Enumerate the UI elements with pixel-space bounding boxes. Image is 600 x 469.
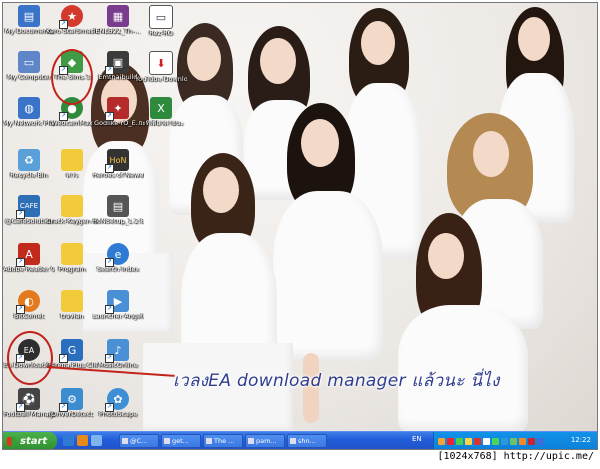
tray-icon[interactable] (456, 437, 463, 445)
tray-icon[interactable] (510, 437, 517, 445)
desktop-icon-hon-setup[interactable]: ▤ HoNSetup_1.2.8 (92, 195, 144, 226)
program-folder-icon (61, 243, 83, 265)
clock[interactable]: 12:22 (571, 436, 591, 444)
desktop-icon-folder[interactable]: ดาว (46, 149, 98, 180)
highlight-circle (7, 331, 53, 385)
garena-icon: G ↗ (59, 339, 83, 363)
media-quicklaunch-icon[interactable] (77, 435, 88, 446)
driver-detect-icon: ⚙ ↗ (59, 388, 83, 412)
my-network-icon: ◍ (18, 97, 40, 119)
desktop-icon-travian-folder[interactable]: travian (46, 290, 98, 321)
desktop-icon-garena[interactable]: G↗ Garena Plus Client 5.8 (46, 339, 98, 370)
tray-icon[interactable] (465, 437, 472, 445)
emthai-icon: ▣ ↗ (105, 51, 129, 75)
tray-icon[interactable] (438, 437, 445, 445)
desktop-icon-search-index[interactable]: e ↗ Search Index (92, 243, 144, 274)
tray-icon[interactable] (492, 437, 499, 445)
adobe-reader-icon: A ↗ (16, 243, 40, 267)
windows-flag-icon (7, 436, 16, 446)
crack-folder-icon (61, 195, 83, 217)
watermark-text: [1024x768] http://upic.me/ (437, 451, 594, 462)
desktop-screen: ▤ My Documents ▭ My Computer ◍ My Networ… (2, 2, 598, 450)
tray-icon[interactable] (474, 437, 481, 445)
quick-launch (63, 435, 102, 446)
winrar-icon: ▦ (107, 5, 129, 27)
desktop-icon-rez-ro[interactable]: ▭ Rez-RO (135, 5, 187, 38)
hon-setup-icon: ▤ (107, 195, 129, 217)
desktop-icon-photoscape[interactable]: ✿ ↗ PhotoScape (92, 388, 144, 419)
desktop-icon-music-online[interactable]: ♪ ↗ MusicOnline (92, 339, 144, 370)
ie-quicklaunch-icon[interactable] (63, 435, 74, 446)
search-index-icon: e ↗ (105, 243, 129, 267)
my-computer-icon: ▭ (18, 51, 40, 73)
my-documents-icon: ▤ (18, 5, 40, 27)
desktop-icon-driver-detect[interactable]: ⚙ ↗ DriverDetect (46, 388, 98, 419)
taskbar-task[interactable]: get... (161, 434, 201, 448)
tray-icon[interactable] (501, 437, 508, 445)
tray-icon[interactable] (528, 437, 535, 445)
taskbar-task[interactable]: @C... (119, 434, 159, 448)
taskbar: start @C... get... The ... pam... shn...… (3, 431, 597, 449)
folder-icon (61, 149, 83, 171)
bitcomet-icon: ◐ ↗ (16, 290, 40, 314)
system-tray: 12:22 (433, 432, 597, 449)
photoscape-icon: ✿ ↗ (105, 388, 129, 412)
cafe-solution-icon: CAFE ↗ (16, 195, 40, 219)
godlike-icon: ✦ ↗ (105, 97, 129, 121)
hon-icon: HoN ↗ (105, 149, 129, 173)
taskbar-tasks: @C... get... The ... pam... shn... (119, 434, 327, 448)
launcher-icon: ▶ ↗ (105, 290, 129, 314)
tray-icon[interactable] (447, 437, 454, 445)
taskbar-task[interactable]: shn... (287, 434, 327, 448)
kero-icon: ★ ↗ (59, 5, 83, 29)
football-manager-icon: ⚽ ↗ (16, 388, 40, 412)
music-online-icon: ♪ ↗ (105, 339, 129, 363)
window-icon (290, 438, 296, 444)
desktop-icon-youtube-downloader[interactable]: ⬇ YouTube Downloader (135, 51, 187, 84)
youtube-downloader-icon: ⬇ (149, 51, 173, 75)
travian-folder-icon (61, 290, 83, 312)
desktop-icon-crack-folder[interactable]: Crack-Keygen Sims 3 EA (46, 195, 98, 226)
show-desktop-icon[interactable] (91, 435, 102, 446)
window-icon (164, 438, 170, 444)
taskbar-task[interactable]: pam... (245, 434, 285, 448)
window-icon (122, 438, 128, 444)
annotation-text: เวลงEA download manager แล้วนะ นี่ไง (173, 371, 500, 391)
desktop-icon-hon[interactable]: HoN↗ Heroes of Newerth (92, 149, 144, 180)
start-button[interactable]: start (3, 432, 57, 449)
highlight-circle (51, 49, 93, 105)
rez-ro-icon: ▭ (149, 5, 173, 29)
desktop-icon-program-folder[interactable]: Program (46, 243, 98, 274)
excel-file-icon: X (150, 97, 172, 119)
tray-icon[interactable] (519, 437, 526, 445)
window-icon (206, 438, 212, 444)
speaker-icon[interactable] (537, 437, 544, 445)
language-indicator[interactable]: EN (412, 435, 422, 443)
tray-icon[interactable] (483, 437, 490, 445)
wallpaper-figure (398, 213, 538, 431)
window-icon (248, 438, 254, 444)
taskbar-task[interactable]: The ... (203, 434, 243, 448)
recycle-bin-icon: ♻ (18, 149, 40, 171)
desktop-icon-launcher[interactable]: ▶↗ Launcher AngelLove (92, 290, 144, 321)
desktop-icon-kero[interactable]: ★ ↗ Kero StarSmash (46, 5, 98, 36)
desktop-icon-excel-file[interactable]: X กะทิเดียวดายนะ (135, 97, 187, 128)
